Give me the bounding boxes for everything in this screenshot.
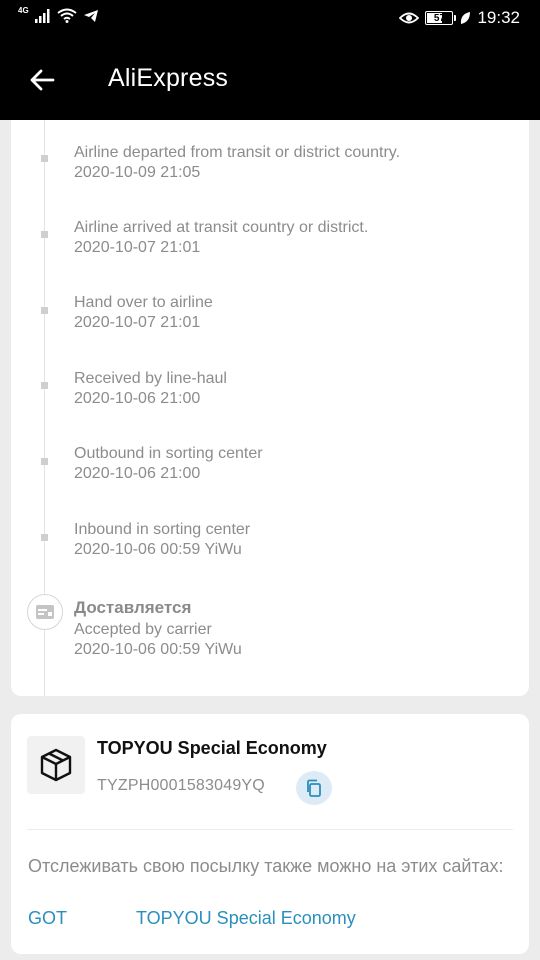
timeline-dot	[41, 458, 48, 465]
event-date: 2020-10-06 21:00	[74, 465, 201, 482]
network-type: 4G	[18, 5, 29, 15]
carrier-name: TOPYOU Special Economy	[97, 738, 327, 758]
copy-button[interactable]	[296, 771, 332, 805]
event-description: Inbound in sorting center	[74, 521, 251, 538]
event-description: Airline arrived at transit country or di…	[74, 219, 369, 236]
tracking-number: TYZPH0001583049YQ	[97, 777, 265, 794]
status-bar-left: 4G	[18, 5, 99, 23]
event-description: Outbound in sorting center	[74, 445, 263, 462]
event-date: 2020-10-07 21:01	[74, 239, 201, 256]
tracking-link-topyou[interactable]: TOPYOU Special Economy	[136, 908, 356, 929]
tracking-link-got[interactable]: GOT	[28, 908, 67, 929]
event-description: Airline departed from transit or distric…	[74, 144, 401, 161]
event-date: 2020-10-07 21:01	[74, 314, 201, 331]
telegram-icon	[83, 9, 98, 22]
carrier-card: TOPYOU Special Economy TYZPH0001583049YQ…	[11, 714, 529, 954]
eye-icon	[399, 12, 420, 24]
timeline-dot	[41, 155, 48, 162]
wifi-icon	[57, 8, 77, 23]
timeline-dot	[41, 307, 48, 314]
clock: 19:32	[477, 8, 520, 27]
package-box-icon	[27, 736, 85, 794]
timeline-dot	[41, 534, 48, 541]
status-bar-right: 57 19:32	[399, 8, 520, 28]
copy-icon	[307, 779, 321, 797]
truck-card-icon	[27, 594, 63, 630]
tracking-timeline-card: Airline departed from transit or distric…	[11, 120, 529, 696]
event-date: 2020-10-06 00:59 YiWu	[74, 641, 242, 658]
status-bar: 4G 57 19:32	[0, 0, 540, 38]
event-date: 2020-10-06 00:59 YiWu	[74, 541, 242, 558]
battery-level: 57	[433, 12, 446, 24]
arrow-left-icon	[30, 69, 55, 91]
event-description: Received by line-haul	[74, 370, 227, 387]
signal-icon	[34, 8, 50, 23]
tracking-sites-info: Отслеживать свою посылку также можно на …	[28, 856, 504, 876]
timeline-dot	[41, 382, 48, 389]
app-header: AliExpress	[0, 38, 540, 120]
event-date: 2020-10-09 21:05	[74, 164, 201, 181]
back-button[interactable]	[22, 60, 62, 100]
battery-icon: 57	[425, 11, 457, 25]
event-description: Accepted by carrier	[74, 621, 212, 638]
event-date: 2020-10-06 21:00	[74, 390, 201, 407]
timeline-dot	[41, 231, 48, 238]
divider	[27, 829, 513, 830]
leaf-icon	[461, 12, 471, 24]
delivery-status: Доставляется	[74, 598, 192, 617]
event-description: Hand over to airline	[74, 294, 213, 311]
page-title: AliExpress	[108, 64, 229, 92]
